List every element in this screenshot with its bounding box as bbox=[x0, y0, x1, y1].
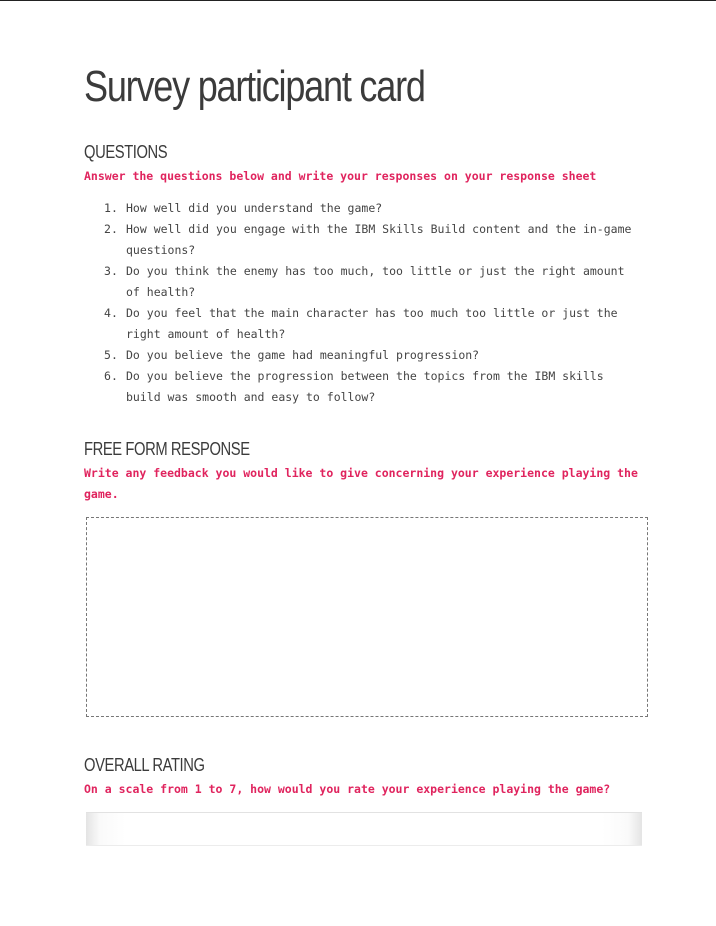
free-form-heading: FREE FORM RESPONSE bbox=[84, 439, 250, 459]
rating-input[interactable] bbox=[86, 812, 642, 846]
questions-heading: QUESTIONS bbox=[84, 142, 168, 162]
question-item: How well did you engage with the IBM Ski… bbox=[104, 219, 632, 257]
question-item: Do you believe the game had meaningful p… bbox=[104, 345, 480, 366]
questions-list: How well did you understand the game? Ho… bbox=[84, 198, 636, 408]
question-item: Do you feel that the main character has … bbox=[104, 303, 618, 341]
question-item: How well did you understand the game? bbox=[104, 198, 383, 219]
free-form-instruction: Write any feedback you would like to giv… bbox=[84, 466, 638, 501]
free-form-response-box[interactable] bbox=[86, 517, 648, 717]
rating-heading: OVERALL RATING bbox=[84, 755, 205, 775]
rating-instruction: On a scale from 1 to 7, how would you ra… bbox=[84, 782, 611, 796]
questions-instruction: Answer the questions below and write you… bbox=[84, 169, 597, 183]
page-title: Survey participant card bbox=[84, 62, 426, 111]
question-item: Do you think the enemy has too much, too… bbox=[104, 261, 625, 299]
question-item: Do you believe the progression between t… bbox=[104, 366, 604, 404]
